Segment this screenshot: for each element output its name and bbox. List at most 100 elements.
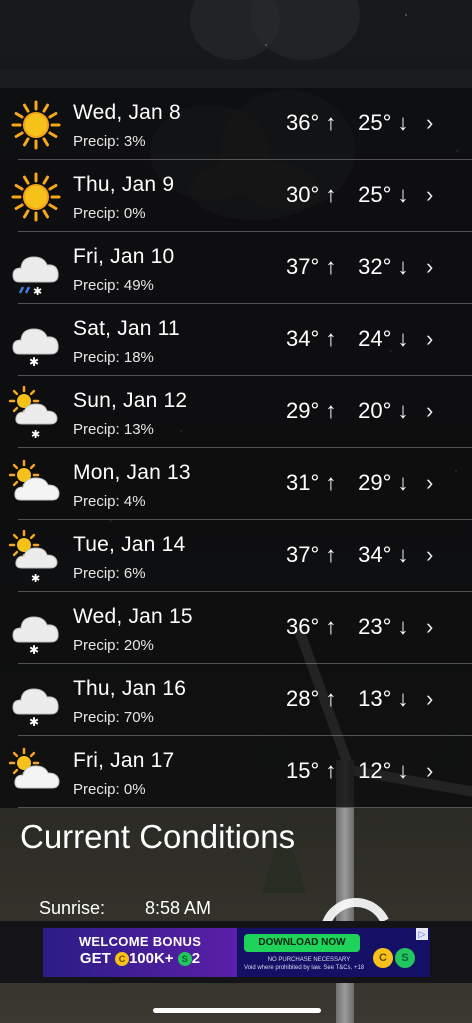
- up-arrow-icon: ↑: [325, 326, 337, 351]
- forecast-row[interactable]: ✱ Thu, Jan 16 Precip: 70% 28° ↑ 13° ↓ ›: [12, 664, 472, 736]
- high-temp: 31°: [286, 470, 320, 495]
- chevron-right-icon[interactable]: ›: [426, 398, 433, 424]
- down-arrow-icon: ↓: [397, 182, 409, 207]
- low-temp: 20°: [358, 398, 392, 423]
- forecast-row[interactable]: Fri, Jan 17 Precip: 0% 15° ↑ 12° ↓ ›: [8, 736, 472, 808]
- daily-forecast-list: Wed, Jan 8 Precip: 3% 36° ↑ 25° ↓ › Thu,…: [0, 88, 472, 808]
- ad-amount: 100K+: [128, 950, 174, 967]
- chevron-right-icon[interactable]: ›: [426, 182, 433, 208]
- forecast-row[interactable]: Mon, Jan 13 Precip: 4% 31° ↑ 29° ↓ ›: [8, 448, 472, 520]
- chevron-right-icon[interactable]: ›: [426, 614, 433, 640]
- up-arrow-icon: ↑: [325, 182, 337, 207]
- down-arrow-icon: ↓: [397, 254, 409, 279]
- download-now-button[interactable]: DOWNLOAD NOW: [244, 934, 360, 952]
- down-arrow-icon: ↓: [397, 398, 409, 423]
- ad-banner[interactable]: WELCOME BONUS GET C 100K+ S2 DOWNLOAD NOW…: [43, 928, 430, 977]
- svg-text:✱: ✱: [31, 572, 40, 584]
- forecast-day: Tue, Jan 14: [73, 533, 186, 556]
- partly-cloudy-icon: [8, 746, 63, 800]
- low-temp: 32°: [358, 254, 392, 279]
- ad-fine-print-2: Void where prohibited by law. See T&Cs. …: [244, 965, 365, 971]
- down-arrow-icon: ↓: [397, 326, 409, 351]
- ad-bonus-panel[interactable]: WELCOME BONUS GET C 100K+ S2: [43, 928, 237, 977]
- forecast-row[interactable]: ✱ Fri, Jan 10 Precip: 49% 37° ↑ 32° ↓ ›: [12, 232, 472, 304]
- high-temp: 15°: [286, 758, 320, 783]
- forecast-precip: Precip: 13%: [73, 421, 154, 438]
- forecast-precip: Precip: 4%: [73, 493, 146, 510]
- forecast-precip: Precip: 49%: [73, 277, 154, 294]
- svg-text:✱: ✱: [33, 285, 42, 296]
- up-arrow-icon: ↑: [325, 398, 337, 423]
- sun-icon: [9, 170, 63, 224]
- forecast-day: Mon, Jan 13: [73, 461, 191, 484]
- ad-choices-icon[interactable]: ▷: [416, 928, 428, 940]
- forecast-row[interactable]: Thu, Jan 9 Precip: 0% 30° ↑ 25° ↓ ›: [11, 160, 472, 232]
- sun-icon: [9, 98, 63, 152]
- high-temp: 28°: [286, 686, 320, 711]
- high-temp: 37°: [286, 542, 320, 567]
- partly-cloudy-icon: [8, 458, 63, 512]
- low-temp: 24°: [358, 326, 392, 351]
- low-temp: 29°: [358, 470, 392, 495]
- forecast-temps: 30° ↑ 25° ↓: [286, 182, 409, 208]
- up-arrow-icon: ↑: [325, 686, 337, 711]
- forecast-temps: 31° ↑ 29° ↓: [286, 470, 409, 496]
- forecast-day: Sun, Jan 12: [73, 389, 188, 412]
- chevron-right-icon[interactable]: ›: [426, 254, 433, 280]
- forecast-precip: Precip: 70%: [73, 709, 154, 726]
- low-temp: 25°: [358, 182, 392, 207]
- forecast-day: Thu, Jan 16: [73, 677, 187, 700]
- chevron-right-icon[interactable]: ›: [426, 470, 433, 496]
- forecast-temps: 28° ↑ 13° ↓: [286, 686, 409, 712]
- forecast-row[interactable]: ✱ Sat, Jan 11 Precip: 18% 34° ↑ 24° ↓ ›: [12, 304, 472, 376]
- current-conditions-title: Current Conditions: [20, 818, 296, 855]
- low-temp: 23°: [358, 614, 392, 639]
- chevron-right-icon[interactable]: ›: [426, 326, 433, 352]
- up-arrow-icon: ↑: [325, 254, 337, 279]
- forecast-row[interactable]: ✱ Sun, Jan 12 Precip: 13% 29° ↑ 20° ↓ ›: [8, 376, 472, 448]
- up-arrow-icon: ↑: [325, 110, 337, 135]
- svg-text:✱: ✱: [29, 643, 39, 656]
- gold-coin-icon: C: [114, 952, 129, 967]
- chevron-right-icon[interactable]: ›: [426, 542, 433, 568]
- high-temp: 29°: [286, 398, 320, 423]
- gold-coin-icon: C: [373, 948, 393, 968]
- forecast-row[interactable]: ✱ Tue, Jan 14 Precip: 6% 37° ↑ 34° ↓ ›: [8, 520, 472, 592]
- high-temp: 30°: [286, 182, 320, 207]
- ad-fine-print-1: NO PURCHASE NECESSARY: [267, 957, 351, 963]
- svg-text:✱: ✱: [29, 715, 39, 728]
- cloud-snow-icon: ✱: [9, 674, 63, 729]
- high-temp: 34°: [286, 326, 320, 351]
- forecast-temps: 37° ↑ 32° ↓: [286, 254, 409, 280]
- forecast-row[interactable]: Wed, Jan 8 Precip: 3% 36° ↑ 25° ↓ ›: [11, 88, 472, 160]
- chevron-right-icon[interactable]: ›: [426, 758, 433, 784]
- forecast-day: Fri, Jan 17: [73, 749, 175, 772]
- up-arrow-icon: ↑: [325, 758, 337, 783]
- forecast-day: Wed, Jan 8: [73, 101, 181, 124]
- down-arrow-icon: ↓: [397, 110, 409, 135]
- forecast-temps: 36° ↑ 23° ↓: [286, 614, 409, 640]
- down-arrow-icon: ↓: [397, 686, 409, 711]
- ad-subheadline: GET C 100K+ S2: [43, 950, 237, 967]
- forecast-row[interactable]: ✱ Wed, Jan 15 Precip: 20% 36° ↑ 23° ↓ ›: [12, 592, 472, 664]
- forecast-precip: Precip: 20%: [73, 637, 154, 654]
- forecast-temps: 15° ↑ 12° ↓: [286, 758, 409, 784]
- cloud-snow-icon: ✱: [9, 314, 63, 369]
- low-temp: 12°: [358, 758, 392, 783]
- chevron-right-icon[interactable]: ›: [426, 686, 433, 712]
- forecast-day: Sat, Jan 11: [73, 317, 180, 340]
- up-arrow-icon: ↑: [325, 470, 337, 495]
- svg-text:✱: ✱: [31, 428, 40, 440]
- home-indicator[interactable]: [153, 1008, 321, 1013]
- forecast-day: Wed, Jan 15: [73, 605, 193, 628]
- forecast-temps: 29° ↑ 20° ↓: [286, 398, 409, 424]
- sunrise-value: 8:58 AM: [145, 898, 212, 918]
- ad-cta-panel[interactable]: DOWNLOAD NOW NO PURCHASE NECESSARY Void …: [237, 928, 430, 977]
- sunrise-label: Sunrise:: [39, 898, 106, 918]
- sweeps-coin-icon: S: [177, 952, 192, 967]
- low-temp: 13°: [358, 686, 392, 711]
- chevron-right-icon[interactable]: ›: [426, 110, 433, 136]
- ad-amount-2: 2: [191, 950, 201, 967]
- low-temp: 34°: [358, 542, 392, 567]
- down-arrow-icon: ↓: [397, 614, 409, 639]
